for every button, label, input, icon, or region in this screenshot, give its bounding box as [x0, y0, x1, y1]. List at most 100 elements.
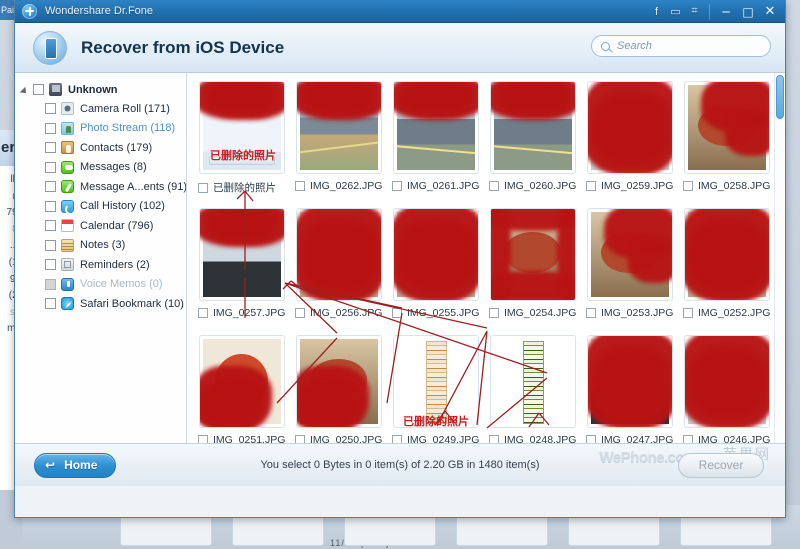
thumbnail-cell[interactable]: IMG_0258.JPG [678, 81, 775, 208]
thumbnail-image [493, 339, 572, 424]
thumbnail-frame[interactable] [295, 81, 382, 174]
sidebar-item[interactable]: Call History (102) [15, 197, 186, 217]
checkbox-sidebar-item[interactable] [45, 200, 56, 212]
thumbnail-frame[interactable] [392, 81, 479, 174]
checkbox-sidebar-item[interactable] [45, 142, 56, 154]
sidebar-item-label: Call History (102) [80, 200, 165, 213]
checkbox-thumbnail[interactable] [295, 435, 305, 443]
thumbnail-cell[interactable]: IMG_0248.JPG [484, 335, 581, 443]
thumbnail-cell[interactable]: IMG_0246.JPG [678, 335, 775, 443]
checkbox-thumbnail[interactable] [295, 308, 305, 318]
checkbox-thumbnail[interactable] [586, 308, 596, 318]
thumbnail-cell[interactable]: IMG_0259.JPG [581, 81, 678, 208]
content-scrollbar[interactable] [774, 73, 784, 443]
thumbnail-frame[interactable] [198, 335, 285, 428]
checkbox-sidebar-item[interactable] [45, 259, 56, 271]
sidebar-item[interactable]: Calendar (796) [15, 216, 186, 236]
thumbnail-cell[interactable]: IMG_0251.JPG [193, 335, 290, 443]
checkbox-sidebar-item[interactable] [45, 122, 56, 134]
close-button[interactable]: ✕ [759, 0, 781, 23]
search-input[interactable] [617, 40, 757, 52]
thumbnail-frame[interactable] [489, 335, 576, 428]
thumbnail-cell[interactable]: IMG_0247.JPG [581, 335, 678, 443]
sidebar-item[interactable]: Photo Stream (118) [15, 119, 186, 139]
sidebar-item[interactable]: Notes (3) [15, 236, 186, 256]
checkbox-thumbnail[interactable] [198, 308, 208, 318]
thumbnail-frame[interactable] [586, 81, 673, 174]
thumbnail-frame[interactable] [683, 208, 770, 301]
thumbnail-label-row: IMG_0255.JPG [387, 307, 484, 319]
thumbnail-frame[interactable] [392, 335, 479, 428]
checkbox-thumbnail[interactable] [392, 181, 402, 191]
sidebar-item[interactable]: Voice Memos (0) [15, 275, 186, 295]
sidebar-item-label: Notes (3) [80, 239, 126, 252]
checkbox-thumbnail[interactable] [683, 435, 693, 443]
checkbox-thumbnail[interactable] [586, 435, 596, 443]
checkbox-sidebar-item[interactable] [45, 181, 56, 193]
thumbnail-frame[interactable] [392, 208, 479, 301]
checkbox-sidebar-item[interactable] [45, 103, 56, 115]
thumbnail-label-row: IMG_0254.JPG [484, 307, 581, 319]
thumbnail-cell[interactable]: IMG_0261.JPG [387, 81, 484, 208]
notes-icon [61, 238, 74, 252]
sidebar-item[interactable]: Reminders (2) [15, 255, 186, 275]
thumbnail-frame[interactable] [683, 81, 770, 174]
device-icon [49, 83, 62, 96]
thumbnail-cell[interactable]: IMG_0252.JPG [678, 208, 775, 335]
thumbnail-frame[interactable] [198, 81, 285, 174]
facebook-icon[interactable]: f [647, 0, 666, 23]
thumbnail-cell[interactable]: IMG_0249.JPG [387, 335, 484, 443]
checkbox-thumbnail[interactable] [489, 435, 499, 443]
thumbnail-label-row: IMG_0256.JPG [290, 307, 387, 319]
sidebar-item[interactable]: Messages (8) [15, 158, 186, 178]
chat-icon[interactable]: ▭ [666, 0, 685, 23]
thumbnail-cell[interactable]: IMG_0253.JPG [581, 208, 678, 335]
search-box[interactable] [591, 35, 771, 57]
thumbnail-cell[interactable]: IMG_0262.JPG [290, 81, 387, 208]
thumbnail-frame[interactable] [586, 335, 673, 428]
thumbnail-cell[interactable]: IMG_0255.JPG [387, 208, 484, 335]
checkbox-thumbnail[interactable] [683, 308, 693, 318]
sidebar-item-unknown[interactable]: Unknown [15, 80, 186, 99]
checkbox-thumbnail[interactable] [295, 181, 305, 191]
thumbnail-cell[interactable]: IMG_0250.JPG [290, 335, 387, 443]
feedback-icon[interactable]: ⌗ [685, 0, 704, 23]
redaction-blob [300, 219, 379, 293]
checkbox-thumbnail[interactable] [392, 308, 402, 318]
checkbox-thumbnail[interactable] [198, 182, 208, 193]
checkbox-thumbnail[interactable] [489, 308, 499, 318]
thumbnail-cell[interactable]: IMG_0260.JPG [484, 81, 581, 208]
checkbox-sidebar-item[interactable] [45, 220, 56, 232]
recover-button[interactable]: Recover [678, 452, 764, 478]
thumbnail-cell[interactable]: IMG_0257.JPG [193, 208, 290, 335]
thumbnail-frame[interactable] [489, 81, 576, 174]
scrollbar-thumb[interactable] [776, 75, 784, 119]
thumbnail-cell[interactable]: IMG_0256.JPG [290, 208, 387, 335]
minimize-button[interactable]: ─ [715, 0, 737, 23]
chevron-collapse-icon[interactable] [21, 85, 30, 94]
thumbnail-frame[interactable] [489, 208, 576, 301]
thumbnail-frame[interactable] [295, 208, 382, 301]
sidebar-item[interactable]: Safari Bookmark (10) [15, 294, 186, 314]
checkbox-thumbnail[interactable] [489, 181, 499, 191]
sidebar-item[interactable]: Camera Roll (171) [15, 99, 186, 119]
checkbox-thumbnail[interactable] [392, 435, 402, 443]
checkbox-thumbnail[interactable] [198, 435, 208, 443]
thumbnail-frame[interactable] [586, 208, 673, 301]
checkbox-thumbnail[interactable] [586, 181, 596, 191]
thumbnail-content-area[interactable]: 已删除的照片 IMG_0262.JPG IMG_0261.JPG IMG_0260.J… [187, 73, 785, 443]
sidebar-item[interactable]: Message A...ents (91) [15, 177, 186, 197]
thumbnail-cell[interactable]: IMG_0254.JPG [484, 208, 581, 335]
thumbnail-frame[interactable] [295, 335, 382, 428]
checkbox-thumbnail[interactable] [683, 181, 693, 191]
sidebar-item[interactable]: Contacts (179) [15, 138, 186, 158]
checkbox-sidebar-item[interactable] [45, 239, 56, 251]
thumbnail-frame[interactable] [198, 208, 285, 301]
checkbox-sidebar-item[interactable] [45, 298, 56, 310]
checkbox-unknown[interactable] [33, 84, 44, 95]
checkbox-sidebar-item[interactable] [45, 278, 56, 290]
checkbox-sidebar-item[interactable] [45, 161, 56, 173]
maximize-button[interactable]: □ [737, 0, 759, 23]
thumbnail-cell[interactable]: 已删除的照片 [193, 81, 290, 208]
thumbnail-frame[interactable] [683, 335, 770, 428]
